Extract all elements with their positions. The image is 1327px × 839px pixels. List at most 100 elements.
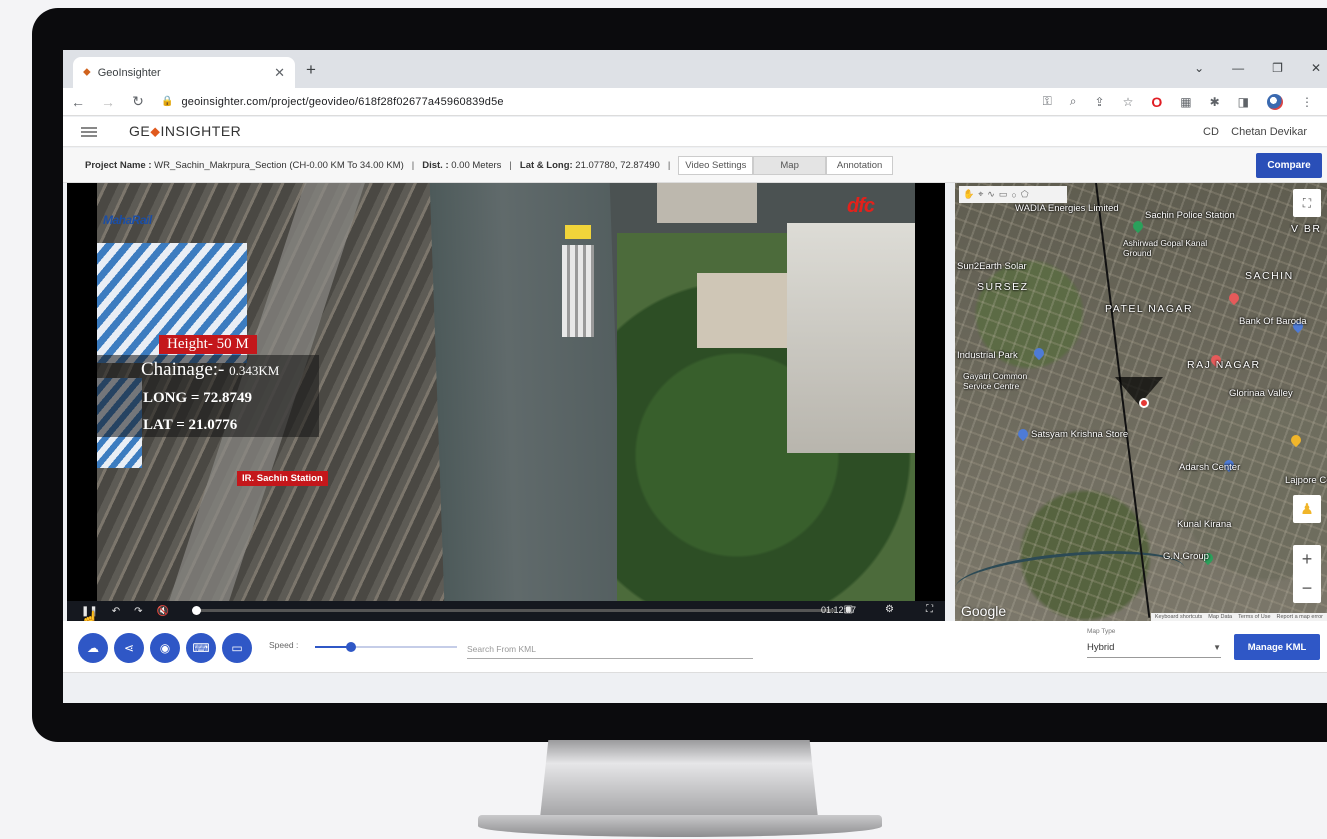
- mute-icon[interactable]: 🔇: [157, 606, 169, 617]
- tab-map[interactable]: Map: [753, 155, 826, 175]
- overlay-lat: LAT = 21.0776: [143, 417, 238, 433]
- overlay-long: LONG = 72.8749: [143, 390, 252, 406]
- upload-cloud-button[interactable]: ☁: [78, 633, 108, 663]
- terms-link[interactable]: Terms of Use: [1238, 614, 1270, 620]
- map-label: PATEL NAGAR: [1105, 303, 1194, 315]
- google-logo: Google: [961, 603, 1007, 619]
- extension-icon[interactable]: ▦: [1180, 95, 1191, 109]
- tab-video-settings[interactable]: Video Settings: [678, 155, 754, 175]
- map-label: SURSEZ: [977, 281, 1029, 293]
- map-label: Industrial Park: [957, 350, 1018, 361]
- restore-icon[interactable]: ❐: [1272, 61, 1283, 75]
- user-menu[interactable]: CD Chetan Devikar: [1203, 126, 1307, 138]
- street-view-pegman-icon[interactable]: ♟: [1293, 495, 1321, 523]
- map-label: Ashirwad Gopal Kanal Ground: [1123, 238, 1208, 258]
- overlay-station-label: IR. Sachin Station: [237, 471, 328, 486]
- browser-tab[interactable]: ⬥ GeoInsighter ✕: [73, 57, 295, 88]
- captions-icon: ▭: [231, 641, 243, 655]
- reload-icon[interactable]: ↻: [123, 93, 153, 110]
- close-window-icon[interactable]: ✕: [1311, 61, 1321, 75]
- map-label: SACHIN: [1245, 270, 1294, 282]
- latlong-value: 21.07780, 72.87490: [575, 159, 660, 171]
- marker-tool-icon[interactable]: ⌖: [978, 189, 983, 200]
- profile-avatar[interactable]: [1267, 93, 1283, 110]
- opera-extension-icon[interactable]: O: [1151, 94, 1162, 110]
- new-tab-button[interactable]: +: [306, 60, 316, 80]
- zoom-out-button[interactable]: −: [1302, 578, 1313, 599]
- window-controls: ⌄ — ❐ ✕: [1194, 61, 1321, 75]
- zoom-icon[interactable]: ⌕: [1070, 94, 1077, 109]
- map-label: Lajpore Central: [1285, 475, 1327, 486]
- map-label: Sun2Earth Solar: [957, 261, 1027, 272]
- project-label: Project Name :: [85, 159, 152, 171]
- captions-button[interactable]: ▭: [222, 633, 252, 663]
- manage-kml-button[interactable]: Manage KML: [1234, 634, 1320, 660]
- tab-close-icon[interactable]: ✕: [274, 65, 285, 81]
- dropdown-arrow-icon: ▼: [1213, 643, 1221, 652]
- rectangle-tool-icon[interactable]: ▭: [999, 189, 1008, 200]
- menu-kebab-icon[interactable]: ⋮: [1301, 95, 1313, 109]
- overlay-chainage: Chainage:- 0.343KM: [141, 359, 280, 380]
- project-info-bar: Project Name : WR_Sachin_Makrpura_Sectio…: [63, 148, 1327, 183]
- browser-toolbar: ← → ↻ 🔒 geoinsighter.com/project/geovide…: [63, 88, 1327, 116]
- map-data-link[interactable]: Map Data: [1208, 614, 1232, 620]
- map-label: G.N.Group: [1163, 551, 1209, 562]
- search-kml-input[interactable]: Search From KML: [467, 639, 753, 659]
- map-label: Adarsh Center: [1179, 462, 1241, 473]
- compare-button[interactable]: Compare: [1256, 153, 1322, 178]
- address-bar[interactable]: geoinsighter.com/project/geovideo/618f28…: [181, 96, 1042, 108]
- mouse-cursor-icon: ☝: [80, 612, 100, 621]
- map-label: Gayatri Common Service Centre: [963, 371, 1028, 391]
- satellite-map[interactable]: WADIA Energies Limited Sachin Police Sta…: [955, 183, 1327, 621]
- map-fullscreen-button[interactable]: ⛶: [1293, 189, 1321, 217]
- hamburger-menu-icon[interactable]: [81, 126, 97, 137]
- puzzle-icon[interactable]: ✱: [1210, 95, 1220, 109]
- fullscreen-icon[interactable]: ⛶: [926, 604, 933, 615]
- picture-in-picture-icon[interactable]: ▣: [844, 604, 853, 615]
- share-icon[interactable]: ⇪: [1095, 95, 1105, 109]
- map-label: Glorinaa Valley: [1229, 388, 1293, 399]
- map-label: RAJ NAGAR: [1187, 359, 1261, 371]
- bookmark-star-icon[interactable]: ☆: [1123, 95, 1134, 109]
- circle-tool-icon[interactable]: ○: [1011, 190, 1016, 200]
- monitor-stand: [540, 740, 818, 818]
- cloud-icon: ☁: [87, 641, 99, 655]
- overlay-height: Height- 50 M: [159, 335, 257, 354]
- minimize-icon[interactable]: —: [1232, 61, 1244, 75]
- share-icon: ⋖: [123, 641, 135, 655]
- video-player[interactable]: MahaRail dfc Height- 50 M Chainage:- 0.3…: [67, 183, 945, 621]
- zoom-in-button[interactable]: +: [1302, 549, 1313, 570]
- logo-pin-icon: ⬥: [150, 123, 161, 139]
- progress-knob[interactable]: [192, 606, 201, 615]
- app-header: GE⬥INSIGHTER CD Chetan Devikar: [63, 117, 1327, 147]
- report-error-link[interactable]: Report a map error: [1277, 614, 1323, 620]
- tab-search-icon[interactable]: ⌄: [1194, 61, 1204, 75]
- polyline-tool-icon[interactable]: ∿: [987, 189, 995, 200]
- map-zoom-control: + −: [1293, 545, 1321, 603]
- hand-tool-icon[interactable]: ✋: [963, 189, 974, 200]
- tab-annotation[interactable]: Annotation: [825, 155, 894, 175]
- speed-slider[interactable]: [315, 642, 457, 652]
- share-button[interactable]: ⋖: [114, 633, 144, 663]
- video-progress-bar[interactable]: [192, 606, 835, 615]
- keyboard-shortcuts-link[interactable]: Keyboard shortcuts: [1155, 614, 1202, 620]
- sidebar-icon[interactable]: ◨: [1238, 95, 1249, 109]
- location-button[interactable]: ◉: [150, 633, 180, 663]
- back-icon[interactable]: ←: [63, 94, 93, 110]
- polygon-tool-icon[interactable]: ⬠: [1021, 189, 1029, 200]
- speed-slider-knob[interactable]: [345, 642, 356, 652]
- forward-icon[interactable]: →: [93, 94, 123, 110]
- map-type-select[interactable]: Hybrid ▼: [1087, 638, 1221, 658]
- forward-icon[interactable]: ↷: [134, 606, 142, 617]
- map-label: WADIA Energies Limited: [1015, 203, 1119, 214]
- keyboard-button[interactable]: ⌨: [186, 633, 216, 663]
- map-label: Bank Of Baroda: [1239, 316, 1307, 327]
- user-initials: CD: [1203, 125, 1219, 138]
- settings-gear-icon[interactable]: ⚙: [885, 604, 894, 615]
- tab-strip: ⬥ GeoInsighter ✕ + ⌄ — ❐ ✕: [63, 50, 1327, 88]
- key-icon[interactable]: ⚿: [1043, 94, 1052, 109]
- rewind-icon[interactable]: ↶: [112, 606, 120, 617]
- speed-label: Speed :: [269, 640, 299, 650]
- map-type-value: Hybrid: [1087, 642, 1115, 653]
- bottom-control-bar: ☁ ⋖ ◉ ⌨ ▭ Speed : Search From KML Map Ty…: [63, 621, 1327, 673]
